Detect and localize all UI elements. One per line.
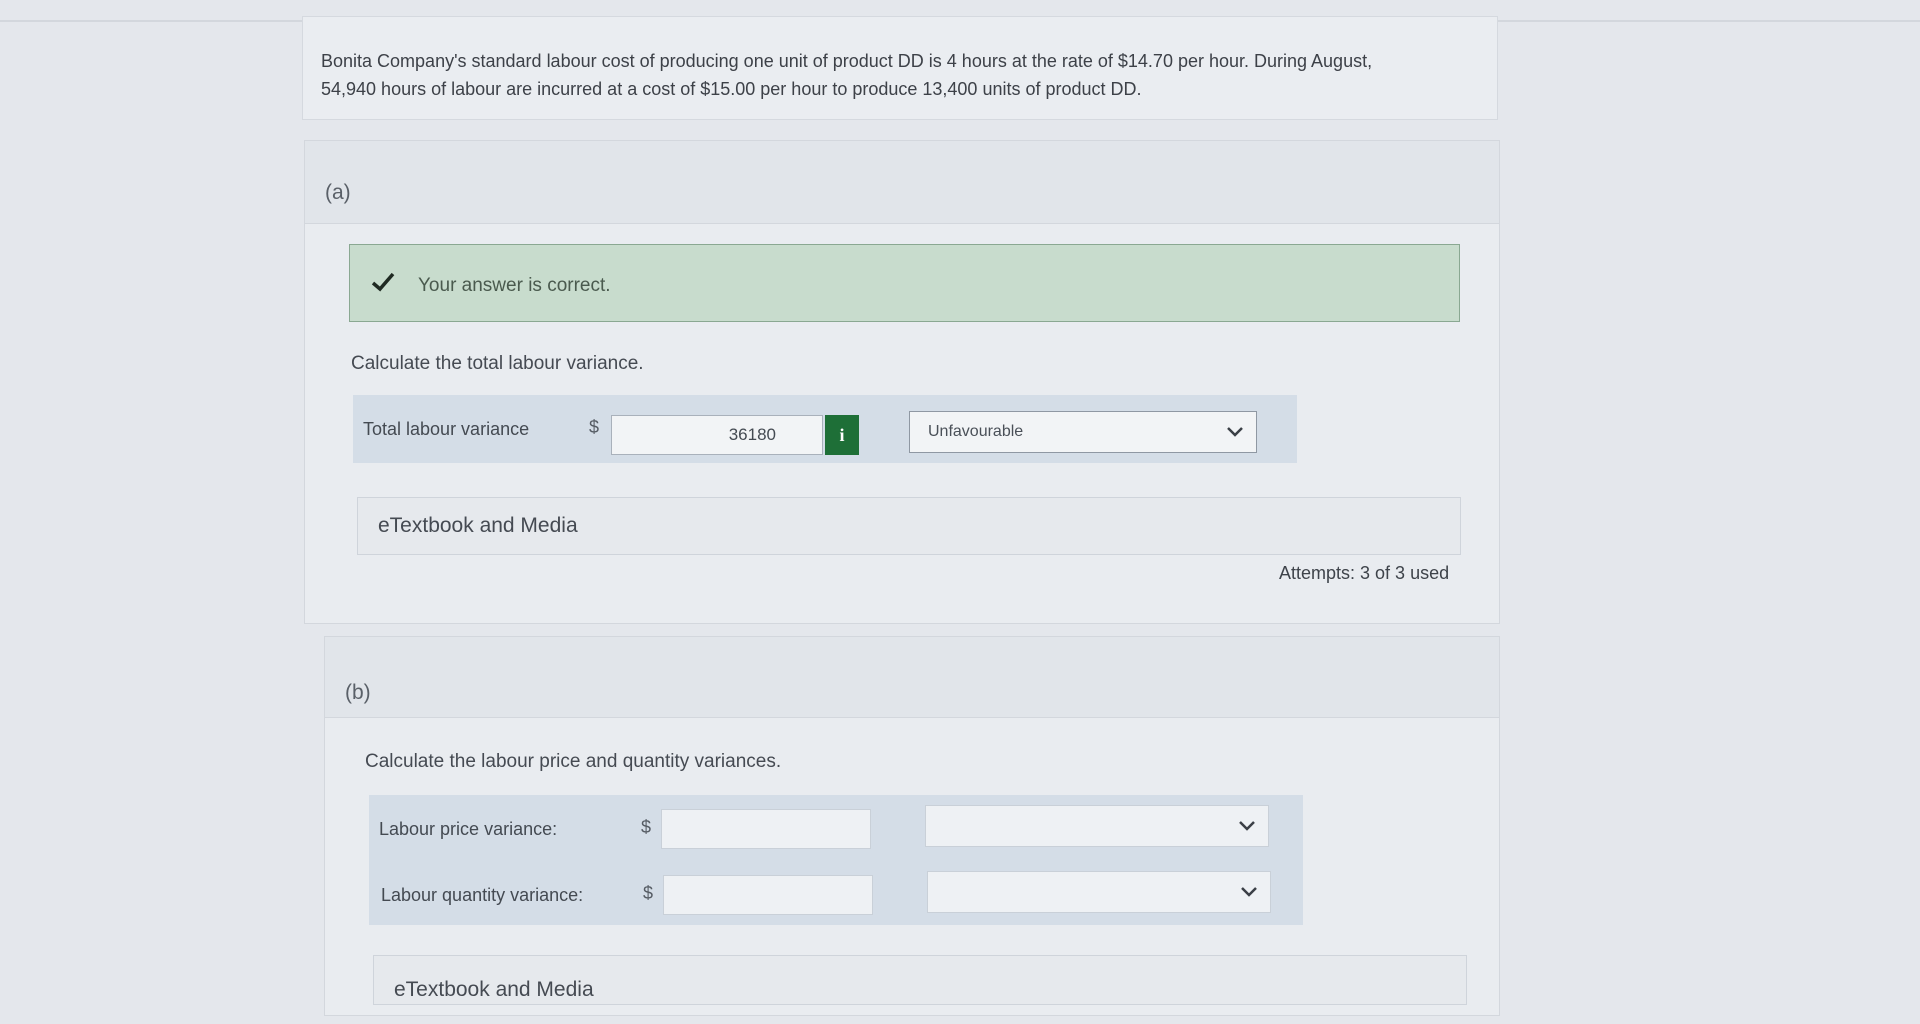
total-labour-variance-label: Total labour variance — [363, 419, 530, 439]
currency-symbol: $ — [589, 417, 600, 437]
total-labour-variance-input[interactable]: 36180 — [611, 415, 823, 455]
part-b-panel: (b) Calculate the labour price and quant… — [324, 636, 1500, 1016]
labour-price-variance-input[interactable] — [661, 809, 871, 849]
etextbook-media-link[interactable]: eTextbook and Media — [357, 497, 1461, 555]
variance-type-select[interactable]: Unfavourable — [909, 411, 1257, 453]
part-b-label: (b) — [345, 681, 371, 704]
question-text: Bonita Company's standard labour cost of… — [302, 16, 1498, 120]
chevron-down-icon — [1241, 887, 1257, 897]
checkmark-icon — [371, 272, 395, 292]
correct-feedback-banner: Your answer is correct. — [349, 244, 1460, 322]
labour-quantity-variance-select[interactable] — [927, 871, 1271, 913]
part-a-label: (a) — [325, 181, 351, 204]
labour-quantity-variance-input[interactable] — [663, 875, 873, 915]
chevron-down-icon — [1227, 427, 1243, 437]
etextbook-media-link[interactable]: eTextbook and Media — [373, 955, 1467, 1005]
part-a-instruction: Calculate the total labour variance. — [351, 353, 644, 374]
total-labour-variance-row: Total labour variance $ 36180 i Unfavour… — [353, 395, 1297, 463]
question-line-2: 54,940 hours of labour are incurred at a… — [321, 79, 1142, 99]
chevron-down-icon — [1239, 821, 1255, 831]
part-a-header: (a) — [305, 141, 1499, 224]
feedback-text: Your answer is correct. — [418, 275, 611, 296]
labour-quantity-variance-label: Labour quantity variance: — [381, 885, 584, 905]
labour-quantity-variance-row: Labour quantity variance: $ — [369, 859, 1303, 925]
part-a-panel: (a) Your answer is correct. Calculate th… — [304, 140, 1500, 624]
question-line-1: Bonita Company's standard labour cost of… — [321, 51, 1373, 71]
part-b-instruction: Calculate the labour price and quantity … — [365, 751, 782, 772]
attempts-counter: Attempts: 3 of 3 used — [1279, 563, 1450, 583]
currency-symbol: $ — [641, 817, 652, 837]
labour-price-variance-label: Labour price variance: — [379, 819, 558, 839]
labour-price-variance-row: Labour price variance: $ — [369, 795, 1303, 859]
variance-type-value: Unfavourable — [928, 423, 1024, 440]
part-b-header: (b) — [325, 637, 1499, 718]
labour-price-variance-select[interactable] — [925, 805, 1269, 847]
currency-symbol: $ — [643, 883, 654, 903]
info-icon[interactable]: i — [825, 415, 859, 455]
